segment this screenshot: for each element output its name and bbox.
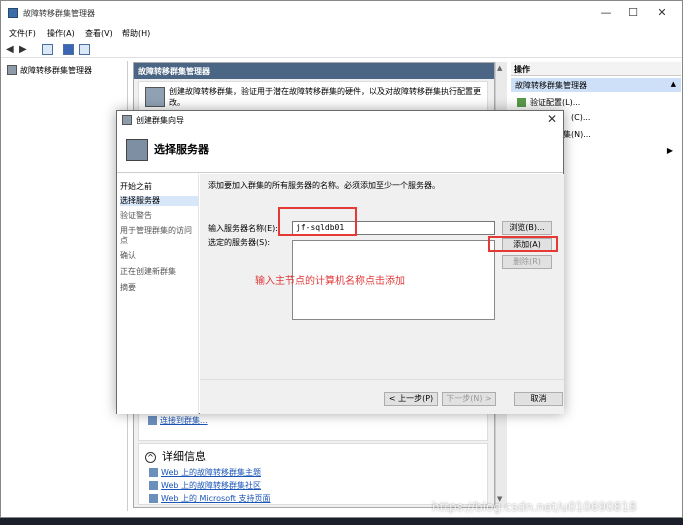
- connect-cluster-icon: [148, 416, 157, 425]
- link-topics[interactable]: Web 上的故障转移群集主题: [149, 467, 261, 478]
- link-support[interactable]: Web 上的 Microsoft 支持页面: [149, 493, 270, 504]
- annotation-note: 输入主节点的计算机名称点击添加: [255, 276, 405, 287]
- menu-file[interactable]: 文件(F): [9, 28, 36, 39]
- details-heading[interactable]: ^ 详细信息: [145, 448, 206, 464]
- toolbar: ◀ ▶: [1, 42, 682, 58]
- actions-section-label: 故障转移群集管理器: [515, 81, 587, 90]
- wizard-separator: [200, 379, 564, 380]
- link-topics-label: Web 上的故障转移群集主题: [161, 468, 261, 477]
- server-cluster-icon: [126, 139, 148, 161]
- wizard-steps: 开始之前 选择服务器 验证警告 用于管理群集的访问点 确认 正在创建新群集 摘要: [117, 174, 199, 414]
- show-hide-action-pane-icon[interactable]: [79, 44, 90, 55]
- action-create-cluster[interactable]: (C)...: [571, 113, 590, 122]
- action-validate-label: 验证配置(L)...: [530, 98, 581, 107]
- wizard-close-button[interactable]: ✕: [547, 112, 557, 126]
- web-link-icon: [149, 494, 158, 503]
- details-title: 详细信息: [162, 450, 206, 463]
- wizard-step-title: 选择服务器: [154, 143, 209, 156]
- highlight-server-name: [278, 207, 357, 236]
- server-name-label: 输入服务器名称(E):: [208, 224, 278, 233]
- forward-arrow-icon[interactable]: ▶: [19, 44, 27, 55]
- validate-icon: [517, 98, 526, 107]
- back-arrow-icon[interactable]: ◀: [6, 44, 14, 55]
- action-validate-config[interactable]: 验证配置(L)...: [517, 97, 580, 108]
- wizard-header: 选择服务器: [117, 129, 563, 173]
- collapse-circle-icon: ^: [145, 452, 156, 463]
- collapse-up-icon: ▲: [670, 80, 676, 88]
- step-summary: 摘要: [120, 283, 136, 292]
- show-hide-tree-icon[interactable]: [42, 44, 53, 55]
- wizard-title-bar: 创建群集向导 ✕: [117, 111, 563, 129]
- cluster-manager-tree-icon: [7, 65, 17, 75]
- help-icon[interactable]: [63, 44, 74, 55]
- actions-header: 操作: [511, 62, 681, 76]
- step-validation-warning: 验证警告: [120, 211, 152, 220]
- navigation-tree: 故障转移群集管理器: [3, 61, 128, 511]
- close-button[interactable]: ✕: [647, 6, 677, 20]
- cancel-button[interactable]: 取消: [514, 392, 563, 406]
- tree-item-cluster-manager[interactable]: 故障转移群集管理器: [20, 65, 92, 76]
- wizard-app-icon: [122, 115, 132, 125]
- connect-cluster-link[interactable]: 连接到群集...: [148, 415, 208, 426]
- web-link-icon: [149, 481, 158, 490]
- center-pane-header: 故障转移群集管理器: [134, 63, 494, 79]
- cluster-manager-app-icon: [8, 8, 18, 18]
- link-community[interactable]: Web 上的故障转移群集社区: [149, 480, 261, 491]
- selected-servers-label: 选定的服务器(S):: [208, 238, 271, 247]
- step-creating-cluster: 正在创建新群集: [120, 267, 176, 276]
- submenu-arrow-icon[interactable]: ▶: [667, 146, 673, 155]
- wizard-intro-text: 添加要加入群集的所有服务器的名称。必须添加至少一个服务器。: [208, 181, 440, 190]
- minimize-button[interactable]: —: [591, 6, 621, 20]
- scroll-up-icon[interactable]: ▲: [497, 64, 502, 72]
- highlight-add-button: [488, 236, 558, 252]
- cluster-manager-large-icon: [145, 87, 165, 107]
- remove-button: 删除(R): [502, 255, 552, 269]
- previous-button[interactable]: < 上一步(P): [384, 392, 438, 406]
- next-button: 下一步(N) >: [442, 392, 496, 406]
- link-community-label: Web 上的故障转移群集社区: [161, 481, 261, 490]
- menu-bar: 文件(F) 操作(A) 查看(V) 帮助(H): [1, 27, 682, 41]
- overview-description: 创建故障转移群集，验证用于潜在故障转移群集的硬件，以及对故障转移群集执行配置更改…: [169, 87, 481, 107]
- menu-view[interactable]: 查看(V): [85, 28, 113, 39]
- connect-cluster-label: 连接到群集...: [160, 416, 208, 425]
- step-select-servers: 选择服务器: [120, 196, 198, 206]
- step-access-point: 用于管理群集的访问点: [120, 226, 192, 245]
- web-link-icon: [149, 468, 158, 477]
- menu-action[interactable]: 操作(A): [47, 28, 75, 39]
- step-confirm: 确认: [120, 251, 136, 260]
- wizard-title: 创建群集向导: [136, 116, 184, 125]
- details-panel: ^ 详细信息 Web 上的故障转移群集主题 Web 上的故障转移群集社区 Web …: [138, 443, 488, 505]
- maximize-button[interactable]: ☐: [618, 6, 648, 20]
- wizard-content: 添加要加入群集的所有服务器的名称。必须添加至少一个服务器。 输入服务器名称(E)…: [200, 174, 564, 414]
- create-cluster-wizard: 创建群集向导 ✕ 选择服务器 开始之前 选择服务器 验证警告 用于管理群集的访问…: [116, 110, 564, 414]
- desktop-strip: [0, 518, 683, 525]
- title-bar: 故障转移群集管理器 — ☐ ✕: [1, 1, 682, 25]
- menu-help[interactable]: 帮助(H): [122, 28, 150, 39]
- action-connect-cluster[interactable]: 集(N)...: [563, 129, 591, 140]
- link-support-label: Web 上的 Microsoft 支持页面: [161, 494, 271, 503]
- window-title: 故障转移群集管理器: [23, 9, 95, 18]
- actions-section-header[interactable]: 故障转移群集管理器 ▲: [511, 78, 681, 92]
- step-before-begin: 开始之前: [120, 182, 152, 191]
- browse-button[interactable]: 浏览(B)...: [502, 221, 552, 235]
- watermark-text: https://blog.csdn.net/u010690818: [432, 500, 637, 514]
